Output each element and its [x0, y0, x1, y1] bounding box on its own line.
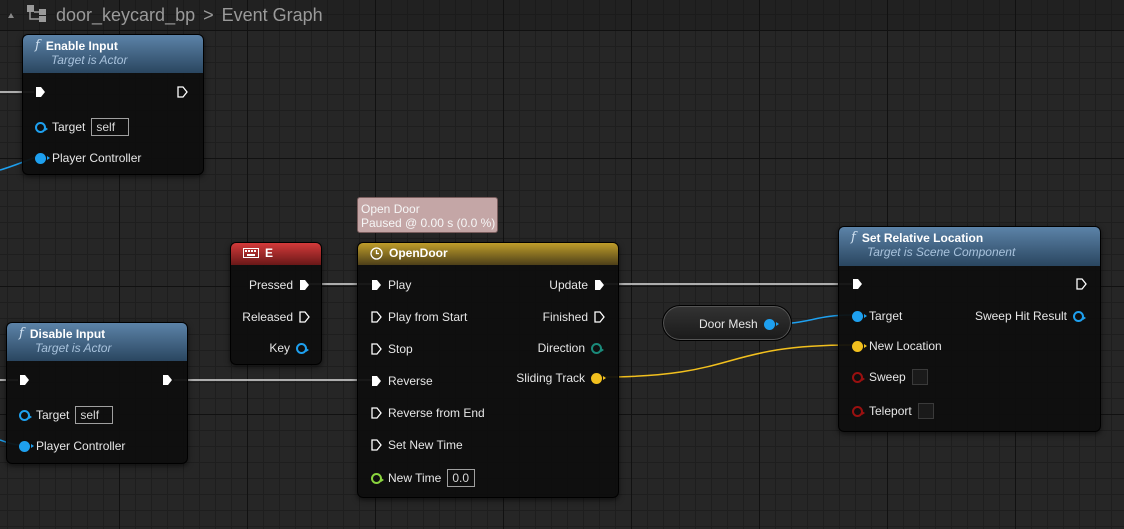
- set-relative-location-node[interactable]: f Set Relative Location Target is Scene C…: [838, 226, 1101, 432]
- keyboard-icon: [243, 248, 259, 258]
- reverse-label: Reverse: [388, 374, 433, 388]
- door-mesh-pin-icon[interactable]: [763, 318, 779, 330]
- exec-stop-pin-icon[interactable]: [371, 343, 382, 355]
- sweep-label: Sweep: [869, 370, 906, 384]
- node-subtitle: Target is Scene Component: [867, 245, 1016, 259]
- exec-out-pin-icon[interactable]: [1076, 278, 1087, 290]
- node-title: Disable Input: [29, 326, 106, 341]
- opendoor-timeline-node[interactable]: OpenDoor Play Play from Start Stop Rever…: [357, 242, 619, 498]
- play-from-start-label: Play from Start: [388, 310, 468, 324]
- exec-in-pin-icon[interactable]: [852, 278, 863, 290]
- exec-finished-pin-icon[interactable]: [594, 311, 605, 323]
- node-title: Enable Input: [45, 38, 118, 53]
- exec-reverse-from-end-pin-icon[interactable]: [371, 407, 382, 419]
- tooltip-title: Open Door: [361, 202, 420, 216]
- door-mesh-label: Door Mesh: [699, 317, 758, 331]
- node-subtitle: Target is Actor: [51, 53, 128, 67]
- direction-pin-icon[interactable]: [591, 342, 604, 354]
- key-e-event-node[interactable]: E Pressed Released Key: [230, 242, 322, 365]
- key-label: Key: [269, 341, 290, 355]
- timeline-status-tooltip: Open Door Paused @ 0.00 s (0.0 %): [357, 197, 498, 233]
- teleport-label: Teleport: [869, 404, 912, 418]
- exec-in-pin-icon[interactable]: [19, 374, 30, 386]
- door-mesh-variable-node[interactable]: Door Mesh: [662, 305, 792, 341]
- exec-out-pin-icon[interactable]: [162, 374, 173, 386]
- set-new-time-label: Set New Time: [388, 438, 463, 452]
- player-controller-label: Player Controller: [36, 439, 126, 453]
- direction-label: Direction: [537, 341, 585, 355]
- tooltip-status: Paused @ 0.00 s (0.0 %): [361, 216, 496, 230]
- reverse-from-end-label: Reverse from End: [388, 406, 485, 420]
- target-pin-icon[interactable]: [35, 121, 48, 133]
- function-icon: f: [851, 230, 856, 245]
- exec-pressed-pin-icon[interactable]: [299, 279, 310, 291]
- target-label: Target: [869, 309, 903, 323]
- function-icon: f: [19, 326, 24, 341]
- node-title: OpenDoor: [389, 246, 448, 260]
- sweep-pin-icon[interactable]: [852, 371, 865, 383]
- graph-breadcrumb-bar: door_keycard_bp > Event Graph: [0, 0, 1124, 30]
- player-controller-label: Player Controller: [52, 151, 142, 165]
- teleport-pin-icon[interactable]: [852, 405, 865, 417]
- breadcrumb-separator: >: [203, 4, 214, 25]
- sliding-track-pin-icon[interactable]: [591, 372, 606, 384]
- stop-label: Stop: [388, 342, 413, 356]
- player-controller-pin-icon[interactable]: [35, 152, 50, 164]
- key-pin-icon[interactable]: [296, 342, 309, 354]
- sweep-checkbox[interactable]: [911, 369, 928, 385]
- collapse-arrow-icon[interactable]: [8, 12, 14, 18]
- node-title: E: [265, 246, 274, 260]
- enable-input-node[interactable]: f Enable Input Target is Actor Target sel…: [22, 34, 204, 175]
- exec-update-pin-icon[interactable]: [594, 279, 605, 291]
- released-label: Released: [242, 310, 293, 324]
- exec-play-pin-icon[interactable]: [371, 279, 382, 291]
- pressed-label: Pressed: [248, 278, 293, 292]
- player-controller-pin-icon[interactable]: [19, 440, 34, 452]
- teleport-checkbox[interactable]: [917, 403, 934, 419]
- node-title: Set Relative Location: [861, 230, 984, 245]
- target-label: Target: [36, 408, 70, 422]
- exec-released-pin-icon[interactable]: [299, 311, 310, 323]
- target-self-field[interactable]: self: [75, 406, 114, 424]
- target-self-field[interactable]: self: [91, 118, 130, 136]
- target-label: Target: [52, 120, 86, 134]
- exec-play-from-start-pin-icon[interactable]: [371, 311, 382, 323]
- exec-out-pin-icon[interactable]: [177, 86, 188, 98]
- new-time-field[interactable]: 0.0: [447, 469, 476, 487]
- breadcrumb-blueprint[interactable]: door_keycard_bp: [56, 5, 195, 26]
- sweep-hit-result-pin-icon[interactable]: [1073, 310, 1086, 322]
- update-label: Update: [549, 278, 588, 292]
- sweep-hit-result-label: Sweep Hit Result: [974, 309, 1067, 323]
- new-time-pin-icon[interactable]: [371, 472, 384, 484]
- finished-label: Finished: [542, 310, 588, 324]
- exec-set-new-time-pin-icon[interactable]: [371, 439, 382, 451]
- new-time-label: New Time: [388, 471, 442, 485]
- exec-reverse-pin-icon[interactable]: [371, 375, 382, 387]
- node-subtitle: Target is Actor: [35, 341, 112, 355]
- clock-icon: [370, 246, 383, 260]
- function-icon: f: [35, 38, 40, 53]
- disable-input-node[interactable]: f Disable Input Target is Actor Target se…: [6, 322, 188, 464]
- exec-in-pin-icon[interactable]: [35, 86, 46, 98]
- graph-hierarchy-icon: [26, 3, 48, 28]
- breadcrumb-graph[interactable]: Event Graph: [222, 5, 323, 26]
- vector-wire-track-location: [601, 344, 853, 378]
- play-label: Play: [388, 278, 412, 292]
- target-pin-icon[interactable]: [852, 310, 867, 322]
- new-location-label: New Location: [869, 339, 942, 353]
- sliding-track-label: Sliding Track: [516, 371, 585, 385]
- new-location-pin-icon[interactable]: [852, 340, 867, 352]
- target-pin-icon[interactable]: [19, 409, 32, 421]
